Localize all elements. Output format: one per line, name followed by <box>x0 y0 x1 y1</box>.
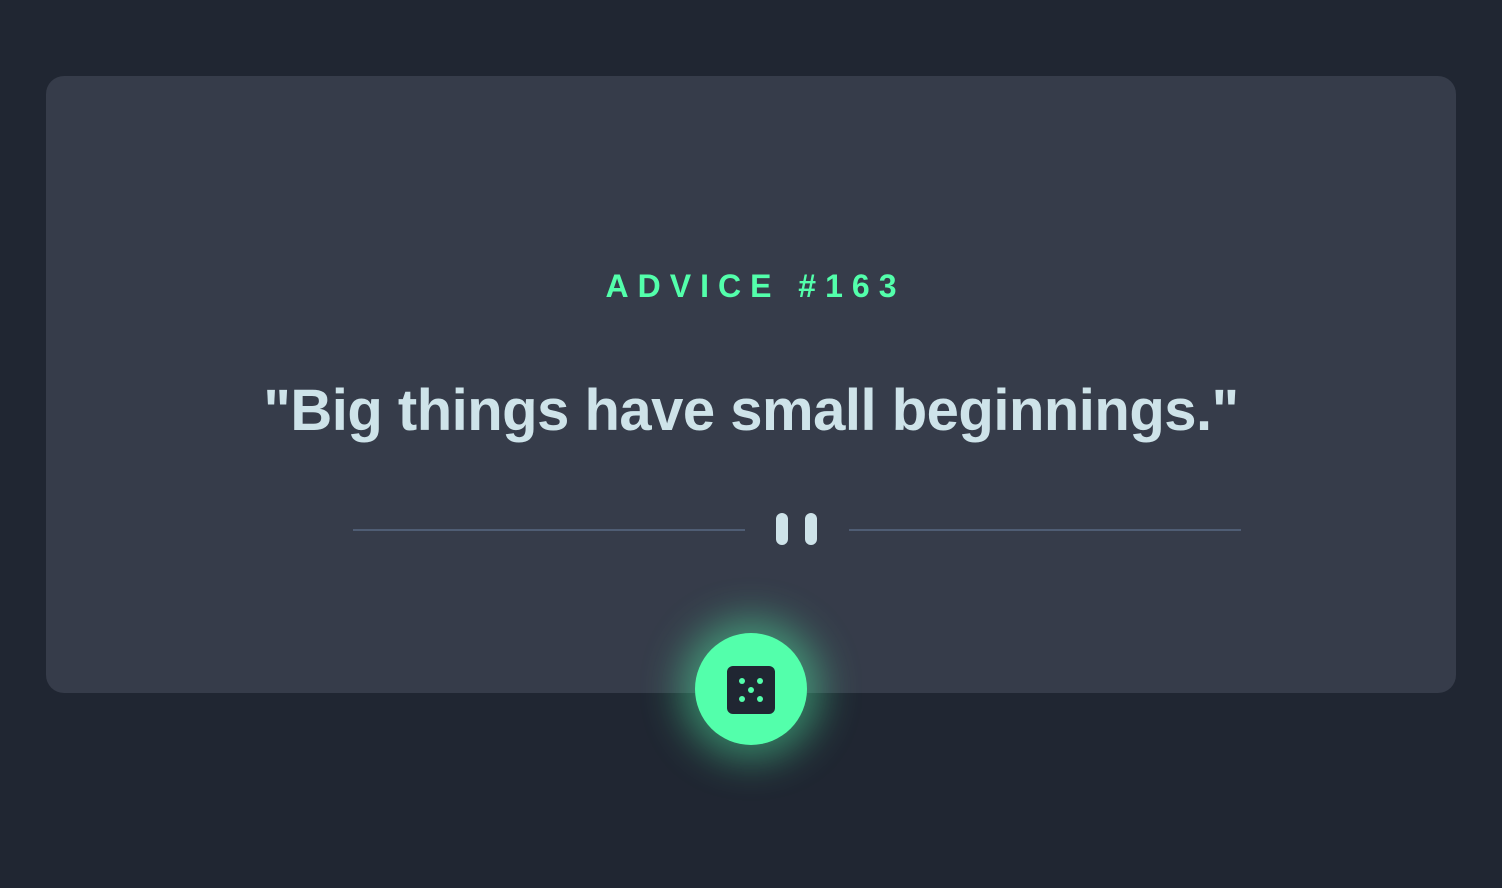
pause-icon <box>776 513 818 545</box>
advice-quote: "Big things have small beginnings." <box>263 378 1239 443</box>
dice-icon <box>727 666 775 714</box>
divider-line-left <box>353 529 745 531</box>
divider-line-right <box>849 529 1241 531</box>
advice-card: ADVICE #163 "Big things have small begin… <box>46 76 1456 693</box>
new-advice-button[interactable] <box>695 633 807 745</box>
advice-id: ADVICE #163 <box>605 268 906 304</box>
pause-bar-right <box>805 513 817 545</box>
pause-bar-left <box>776 513 788 545</box>
